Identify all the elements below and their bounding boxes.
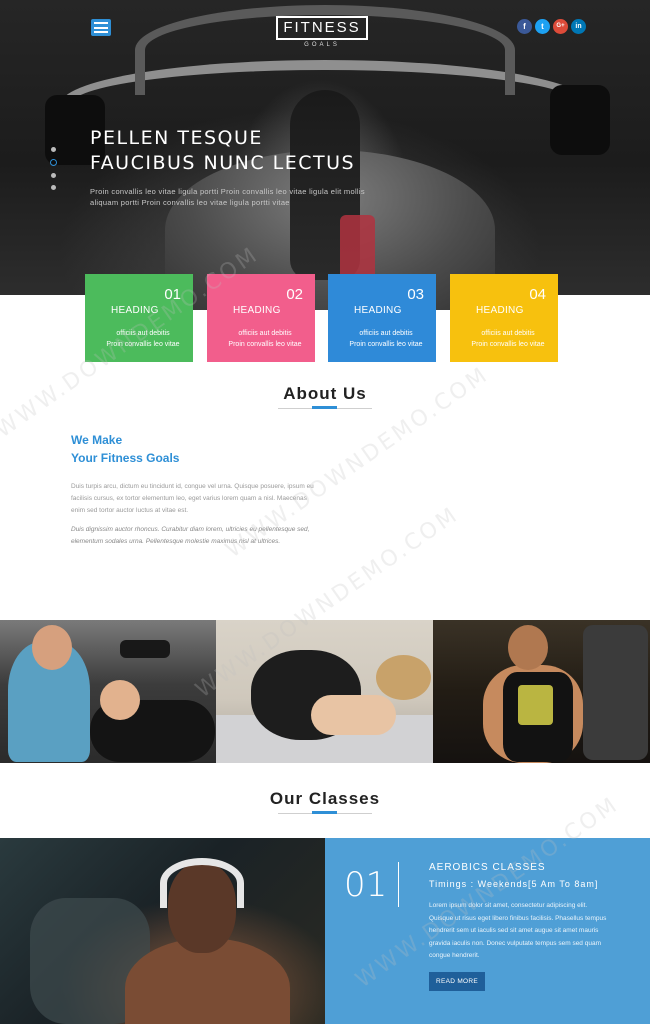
class-name: AEROBICS CLASSES — [429, 862, 546, 873]
about-paragraph-1: Duis turpis arcu, dictum eu tincidunt id… — [71, 483, 314, 514]
feature-box-3[interactable]: 03 HEADING officiis aut debitis Proin con… — [328, 274, 436, 362]
feature-number: 03 — [407, 286, 424, 303]
feature-text: officiis aut debitis Proin convallis leo … — [106, 330, 180, 348]
feature-number: 02 — [286, 286, 303, 303]
about-paragraph-2: Duis dignissim auctor rhoncus. Curabitur… — [71, 526, 310, 545]
trainer-face — [32, 625, 72, 670]
feature-number: 01 — [164, 286, 181, 303]
hero-title: PELLEN TESQUE FAUCIBUS NUNC LECTUS — [90, 126, 355, 176]
athlete-face — [508, 625, 548, 670]
slider-dot-1[interactable] — [51, 147, 56, 152]
hero-title-line1: PELLEN TESQUE — [90, 127, 263, 149]
class-number: 01 — [344, 865, 388, 905]
class-photo-headphones — [0, 838, 325, 1024]
slider-dot-3[interactable] — [51, 173, 56, 178]
about-divider-accent — [312, 406, 337, 409]
feature-text: officiis aut debitis Proin convallis leo … — [349, 330, 423, 348]
class-description: Lorem ipsum dolor sit amet, consectetur … — [429, 902, 607, 959]
headphones-icon — [160, 858, 244, 908]
feature-box-2[interactable]: 02 HEADING officiis aut debitis Proin con… — [207, 274, 315, 362]
class-divider — [398, 862, 399, 907]
read-more-button[interactable]: READ MORE — [429, 972, 485, 991]
slider-dot-2[interactable] — [50, 159, 57, 166]
machine-frame — [583, 625, 648, 760]
feature-text: officiis aut debitis Proin convallis leo … — [228, 330, 302, 348]
tank-top-print — [518, 685, 553, 725]
google-plus-icon[interactable]: G+ — [553, 19, 568, 34]
feature-box-4[interactable]: 04 HEADING officiis aut debitis Proin con… — [450, 274, 558, 362]
about-title: About Us — [283, 384, 367, 403]
menu-icon[interactable] — [91, 19, 111, 36]
slider-dots — [50, 147, 57, 197]
twitter-icon[interactable]: t — [535, 19, 550, 34]
slider-dot-4[interactable] — [51, 185, 56, 190]
hero-text: Proin convallis leo vitae ligula portti … — [90, 187, 365, 207]
facebook-icon[interactable]: f — [517, 19, 532, 34]
feature-text: officiis aut debitis Proin convallis leo … — [471, 330, 545, 348]
about-heading: We Make Your Fitness Goals — [71, 433, 180, 465]
class-timing: Timings : Weekends[5 Am To 8am] — [429, 879, 599, 889]
hero-right-glove — [550, 85, 610, 155]
site-logo-subtitle: GOALS — [304, 42, 340, 48]
gallery-photo-weight-machine[interactable] — [433, 620, 650, 763]
feature-number: 04 — [529, 286, 546, 303]
feature-heading: HEADING — [476, 305, 524, 316]
gallery-photo-dumbbell-press[interactable] — [0, 620, 216, 763]
feature-box-1[interactable]: 01 HEADING officiis aut debitis Proin con… — [85, 274, 193, 362]
hero-title-line2: FAUCIBUS NUNC LECTUS — [90, 152, 356, 174]
page: FITNESS GOALS f t G+ in PELLEN TESQUE FA… — [0, 0, 650, 1024]
hero-banner: FITNESS GOALS f t G+ in PELLEN TESQUE FA… — [0, 0, 650, 310]
feature-heading: HEADING — [354, 305, 402, 316]
gallery-photo-stretching[interactable] — [216, 620, 433, 763]
linkedin-icon[interactable]: in — [571, 19, 586, 34]
feature-heading: HEADING — [233, 305, 281, 316]
hero-athlete-strap — [340, 215, 375, 280]
dumbbell — [120, 640, 170, 658]
athlete-hair — [376, 655, 431, 700]
classes-divider-accent — [312, 811, 337, 814]
site-logo[interactable]: FITNESS — [276, 16, 368, 40]
athlete-face — [100, 680, 140, 720]
feature-heading: HEADING — [111, 305, 159, 316]
classes-title: Our Classes — [269, 789, 381, 808]
athlete-torso — [311, 695, 396, 735]
